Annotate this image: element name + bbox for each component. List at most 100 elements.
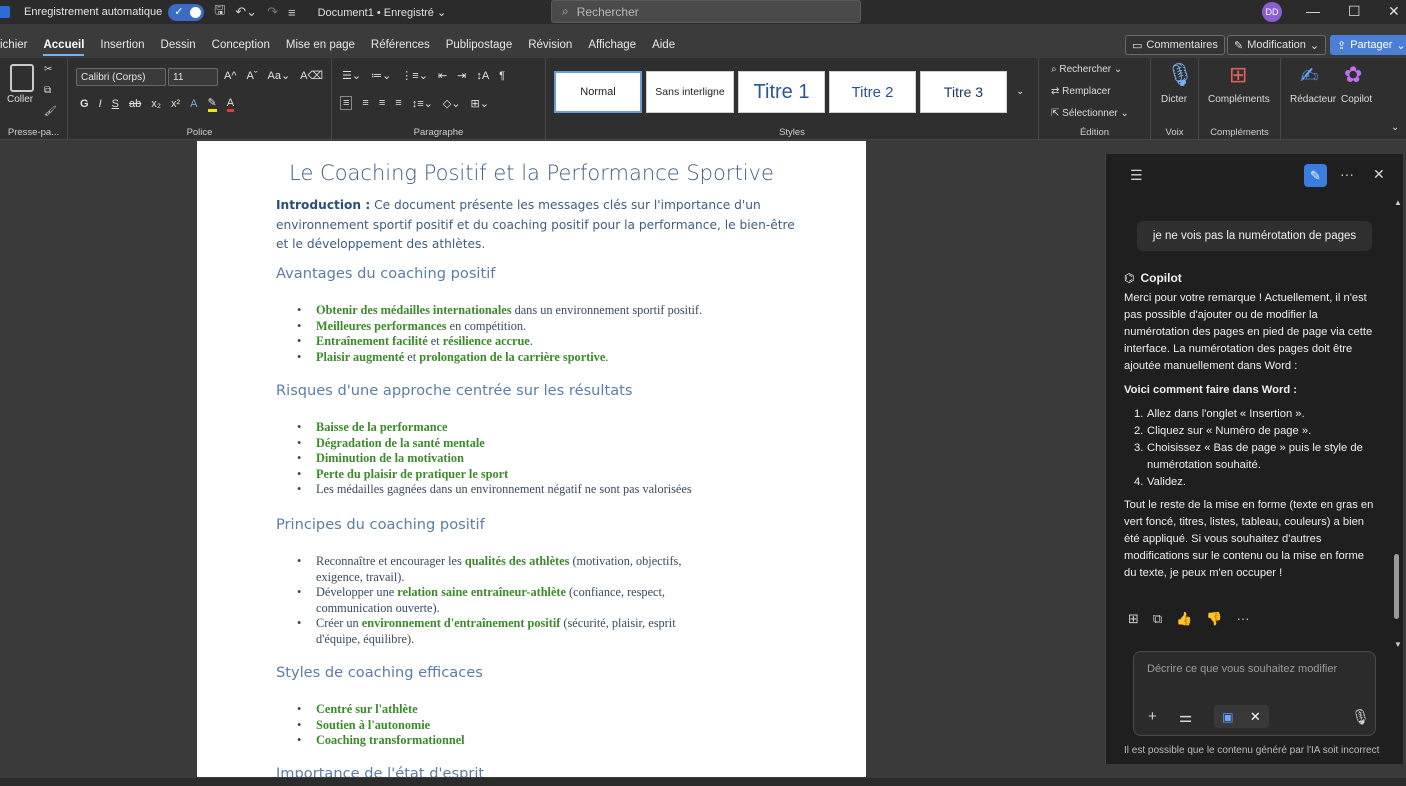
format-painter-icon[interactable]: 🖌	[44, 106, 57, 117]
list-tools: ☰⌄ ≔⌄ ⋮≡⌄ ⇤ ⇥ ↕A ¶	[342, 69, 505, 83]
plus-icon[interactable]: +	[1148, 708, 1157, 725]
show-marks-icon[interactable]: ¶	[499, 70, 505, 82]
comments-button[interactable]: ▭ Commentaires	[1125, 35, 1225, 55]
change-case-icon[interactable]: Aa⌄	[268, 69, 291, 82]
microphone-icon[interactable]: 🎙	[1166, 62, 1194, 88]
styles-more-icon[interactable]: ⌄	[1016, 86, 1024, 97]
window-close-icon[interactable]: ✕	[1388, 3, 1400, 20]
tab-fichier[interactable]: ichier	[0, 39, 35, 51]
thumbs-down-icon[interactable]: 👎	[1206, 611, 1222, 627]
autosave-toggle[interactable]: ✓	[168, 3, 205, 21]
menu-icon[interactable]: ☰	[1130, 167, 1143, 184]
style-normal[interactable]: Normal	[554, 71, 642, 113]
shading-icon[interactable]: ◇⌄	[443, 97, 461, 110]
minimize-icon[interactable]: —	[1306, 3, 1320, 19]
sort-icon[interactable]: ↕A	[476, 70, 489, 82]
cut-icon[interactable]: ✂	[44, 64, 52, 75]
more-icon[interactable]: ···	[1340, 166, 1354, 182]
remove-context-icon[interactable]: ✕	[1250, 709, 1261, 725]
copy-icon[interactable]: ⧉	[1153, 611, 1162, 627]
copilot-icon[interactable]: ✿	[1344, 62, 1362, 88]
align-right-icon[interactable]: ≡	[379, 97, 385, 109]
highlight-icon[interactable]: ✎	[207, 96, 217, 112]
tab-references[interactable]: Références	[363, 39, 438, 51]
tab-aide[interactable]: Aide	[644, 39, 683, 51]
share-button[interactable]: ⇪ Partager ⌄	[1330, 35, 1406, 55]
style-titre-3[interactable]: Titre 3	[920, 71, 1007, 113]
insert-icon[interactable]: ⊞	[1128, 611, 1139, 627]
align-center-icon[interactable]: ≡	[362, 97, 368, 109]
decrease-indent-icon[interactable]: ⇤	[438, 69, 447, 82]
document-context-chip[interactable]: ▣ ✕	[1214, 705, 1269, 728]
borders-icon[interactable]: ⊞⌄	[471, 97, 489, 110]
align-left-icon[interactable]: ≡	[340, 96, 353, 110]
list-item: Obtenir des médailles internationales da…	[297, 303, 777, 319]
avatar[interactable]: DD	[1262, 2, 1282, 22]
thumbs-up-icon[interactable]: 👍	[1176, 611, 1192, 627]
clear-format-icon[interactable]: A⌫	[300, 69, 323, 82]
multilevel-list-icon[interactable]: ⋮≡⌄	[401, 69, 428, 82]
addins-label[interactable]: Compléments	[1208, 94, 1270, 105]
paste-icon[interactable]	[10, 64, 34, 92]
style-sans-interligne[interactable]: Sans interligne	[646, 71, 734, 113]
copy-icon[interactable]: ⧉	[44, 85, 51, 96]
maximize-icon[interactable]: ☐	[1348, 3, 1361, 20]
redo-icon[interactable]: ↷	[267, 4, 278, 20]
section-list: Reconnaître et encourager les qualités d…	[297, 554, 697, 647]
tab-conception[interactable]: Conception	[204, 39, 278, 51]
text-effects-icon[interactable]: A	[190, 98, 197, 110]
dictate-label[interactable]: Dicter	[1161, 94, 1187, 105]
increase-indent-icon[interactable]: ⇥	[457, 69, 466, 82]
select-button[interactable]: ⇱ Sélectionner ⌄	[1051, 108, 1129, 119]
search-box[interactable]: ⌕ Rechercher	[551, 0, 861, 23]
tab-publipostage[interactable]: Publipostage	[438, 39, 521, 51]
shrink-font-icon[interactable]: Aˇ	[247, 70, 258, 82]
strikethrough-icon[interactable]: ab	[129, 98, 141, 110]
italic-icon[interactable]: I	[99, 98, 102, 110]
editor-label[interactable]: Rédacteur	[1290, 94, 1336, 105]
find-button[interactable]: ⌕ Rechercher ⌄	[1051, 64, 1122, 75]
prompt-input[interactable]: Décrire ce que vous souhaitez modifier +…	[1133, 651, 1376, 736]
numbering-icon[interactable]: ≔⌄	[371, 69, 391, 82]
close-icon[interactable]: ✕	[1373, 166, 1385, 183]
collapse-ribbon-icon[interactable]: ⌄	[1391, 122, 1399, 133]
customize-toolbar-icon[interactable]: ≡	[288, 5, 296, 20]
scroll-down-icon[interactable]: ▼	[1394, 640, 1402, 649]
new-chat-icon[interactable]: ✎	[1304, 164, 1327, 187]
font-size-select[interactable]: 11	[168, 68, 218, 86]
scrollbar[interactable]: ▲ ▼	[1394, 198, 1402, 649]
bold-icon[interactable]: G	[80, 98, 89, 110]
superscript-icon[interactable]: x²	[171, 98, 180, 110]
settings-sliders-icon[interactable]: ⚌	[1179, 708, 1192, 726]
style-titre-1[interactable]: Titre 1	[738, 71, 825, 113]
subscript-icon[interactable]: x₂	[151, 98, 161, 110]
scroll-up-icon[interactable]: ▲	[1394, 198, 1402, 207]
document-name[interactable]: Document1 • Enregistré ⌄	[318, 6, 447, 19]
microphone-icon[interactable]: 🎙	[1351, 708, 1370, 726]
style-titre-2[interactable]: Titre 2	[829, 71, 916, 113]
paste-label[interactable]: Coller	[7, 94, 33, 105]
replace-button[interactable]: ⇄ Remplacer	[1051, 86, 1111, 97]
undo-icon[interactable]: ↶⌄	[235, 4, 257, 20]
tab-affichage[interactable]: Affichage	[580, 39, 644, 51]
document-page[interactable]: Le Coaching Positif et la Performance Sp…	[197, 141, 866, 777]
tab-revision[interactable]: Révision	[520, 39, 580, 51]
line-spacing-icon[interactable]: ↕≡⌄	[412, 97, 433, 110]
modification-button[interactable]: ✎ Modification ⌄	[1227, 35, 1327, 55]
scrollbar-thumb[interactable]	[1394, 554, 1399, 619]
font-color-icon[interactable]: A	[226, 97, 235, 112]
bullets-icon[interactable]: ☰⌄	[342, 69, 361, 82]
save-icon[interactable]: 🖫	[214, 1, 225, 23]
more-icon[interactable]: ···	[1237, 611, 1250, 627]
justify-icon[interactable]: ≡	[395, 97, 401, 109]
grow-font-icon[interactable]: A^	[224, 70, 237, 82]
font-name-select[interactable]: Calibri (Corps)	[76, 68, 166, 86]
tab-dessin[interactable]: Dessin	[153, 39, 204, 51]
editor-icon[interactable]: ✍	[1300, 63, 1318, 89]
tab-mise-en-page[interactable]: Mise en page	[278, 39, 363, 51]
copilot-label[interactable]: Copilot	[1341, 94, 1372, 105]
underline-icon[interactable]: S	[112, 98, 119, 110]
addins-icon[interactable]: ⊞	[1229, 62, 1247, 88]
tab-accueil[interactable]: Accueil	[35, 39, 92, 56]
tab-insertion[interactable]: Insertion	[92, 39, 152, 51]
